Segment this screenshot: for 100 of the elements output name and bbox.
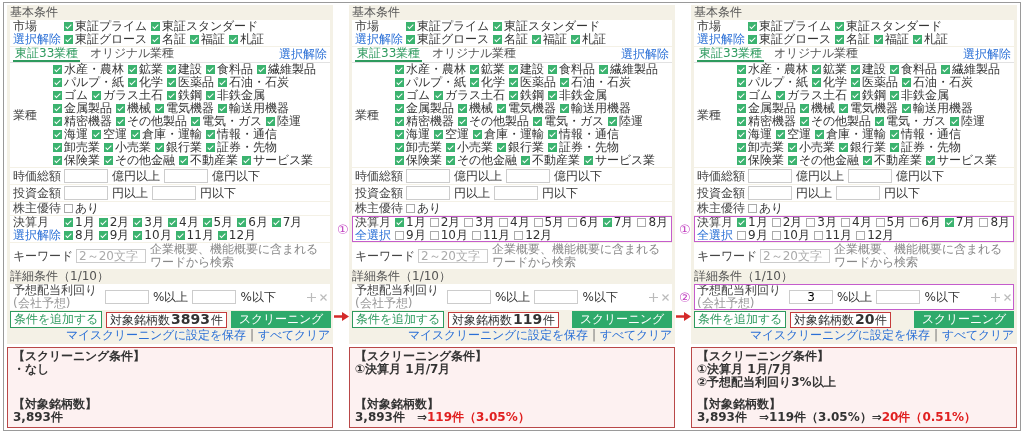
industry-checkbox[interactable]: 保険業 xyxy=(53,154,100,167)
deselect-link[interactable]: 選択解除 xyxy=(621,48,669,61)
month-checkbox[interactable]: 8月 xyxy=(64,229,95,242)
month-checkbox[interactable]: 8月 xyxy=(637,216,669,229)
month-checkbox[interactable]: 10月 xyxy=(429,229,468,242)
industry-checkbox[interactable]: パルプ・紙 xyxy=(737,76,808,89)
add-condition-button[interactable]: 条件を追加する xyxy=(352,311,444,328)
industry-checkbox[interactable]: 食料品 xyxy=(548,63,595,76)
month-checkbox[interactable]: 5月 xyxy=(875,216,907,229)
industry-checkbox[interactable]: 機械 xyxy=(116,102,151,115)
month-checkbox[interactable]: 11月 xyxy=(175,229,214,242)
industry-checkbox[interactable]: 陸運 xyxy=(266,115,301,128)
industry-checkbox[interactable]: ゴム xyxy=(53,89,88,102)
benefits-checkbox[interactable]: あり xyxy=(64,202,99,215)
industry-checkbox[interactable]: その他製品 xyxy=(458,115,529,128)
industry-checkbox[interactable]: 建設 xyxy=(167,63,202,76)
industry-checkbox[interactable]: 陸運 xyxy=(950,115,985,128)
industry-tab[interactable]: オリジナル業種 xyxy=(772,47,861,62)
industry-checkbox[interactable]: サービス業 xyxy=(926,154,997,167)
add-condition-button[interactable]: 条件を追加する xyxy=(10,311,102,328)
industry-checkbox[interactable]: 鉱業 xyxy=(812,63,847,76)
dividend-min-field[interactable]: 3 xyxy=(789,290,833,304)
industry-checkbox[interactable]: 医薬品 xyxy=(167,76,214,89)
industry-checkbox[interactable]: 卸売業 xyxy=(395,141,442,154)
industry-checkbox[interactable]: 鉄鋼 xyxy=(167,89,202,102)
close-icon[interactable] xyxy=(1004,293,1011,301)
month-checkbox[interactable]: 7月 xyxy=(271,216,303,229)
market-checkbox[interactable]: 札証 xyxy=(229,33,264,46)
month-checkbox[interactable]: 1月 xyxy=(395,216,426,229)
plus-icon[interactable] xyxy=(649,292,658,302)
deselect-link[interactable]: 選択解除 xyxy=(963,48,1011,61)
month-checkbox[interactable]: 2月 xyxy=(771,216,803,229)
industry-checkbox[interactable]: サービス業 xyxy=(242,154,313,167)
month-checkbox[interactable]: 7月 xyxy=(602,216,634,229)
industry-checkbox[interactable]: 化学 xyxy=(812,76,847,89)
industry-checkbox[interactable]: 銀行業 xyxy=(839,141,886,154)
industry-checkbox[interactable]: 水産・農林 xyxy=(53,63,124,76)
industry-checkbox[interactable]: 卸売業 xyxy=(53,141,100,154)
add-condition-button[interactable]: 条件を追加する xyxy=(694,311,786,328)
investment-min-field[interactable] xyxy=(64,186,108,200)
month-checkbox[interactable]: 3月 xyxy=(133,216,164,229)
investment-max-field[interactable] xyxy=(152,186,196,200)
industry-checkbox[interactable]: ガラス土石 xyxy=(776,89,847,102)
industry-checkbox[interactable]: 情報・通信 xyxy=(206,128,277,141)
industry-checkbox[interactable]: 医薬品 xyxy=(851,76,898,89)
industry-checkbox[interactable]: その他製品 xyxy=(800,115,871,128)
dividend-max-field[interactable] xyxy=(534,290,579,304)
industry-checkbox[interactable]: 建設 xyxy=(851,63,886,76)
market-checkbox[interactable]: 東証グロース xyxy=(64,33,147,46)
market-checkbox[interactable]: 名証 xyxy=(835,33,870,46)
industry-checkbox[interactable]: 倉庫・運輸 xyxy=(131,128,202,141)
clear-all-link[interactable]: すべてクリア xyxy=(600,329,672,342)
industry-checkbox[interactable]: 輸送用機器 xyxy=(560,102,631,115)
save-settings-link[interactable]: マイスクリーニングに設定を保存 xyxy=(407,329,588,342)
industry-checkbox[interactable]: 精密機器 xyxy=(395,115,454,128)
clear-all-link[interactable]: すべてクリア xyxy=(258,329,330,342)
investment-max-field[interactable] xyxy=(836,186,880,200)
industry-checkbox[interactable]: ガラス土石 xyxy=(92,89,163,102)
month-checkbox[interactable]: 9月 xyxy=(98,229,130,242)
month-checkbox[interactable]: 6月 xyxy=(910,216,941,229)
select-link[interactable]: 選択解除 xyxy=(13,229,61,242)
industry-checkbox[interactable]: 水産・農林 xyxy=(395,63,466,76)
industry-checkbox[interactable]: 金属製品 xyxy=(395,102,454,115)
industry-checkbox[interactable]: 海運 xyxy=(737,128,772,141)
industry-checkbox[interactable]: 海運 xyxy=(53,128,88,141)
industry-checkbox[interactable]: 陸運 xyxy=(608,115,643,128)
plus-icon[interactable] xyxy=(307,292,316,302)
industry-checkbox[interactable]: 食料品 xyxy=(206,63,253,76)
market-cap-min-field[interactable] xyxy=(64,169,108,183)
month-checkbox[interactable]: 10月 xyxy=(771,229,810,242)
industry-checkbox[interactable]: 銀行業 xyxy=(155,141,202,154)
industry-tab[interactable]: オリジナル業種 xyxy=(430,47,519,62)
dividend-min-field[interactable] xyxy=(105,290,149,304)
industry-checkbox[interactable]: 化学 xyxy=(470,76,505,89)
month-checkbox[interactable]: 1月 xyxy=(737,216,768,229)
industry-checkbox[interactable]: ガラス土石 xyxy=(434,89,505,102)
month-checkbox[interactable]: 11月 xyxy=(813,229,853,242)
industry-checkbox[interactable]: 電気・ガス xyxy=(533,115,604,128)
month-checkbox[interactable]: 8月 xyxy=(979,216,1011,229)
dividend-min-field[interactable] xyxy=(447,290,491,304)
industry-checkbox[interactable]: その他金融 xyxy=(446,154,517,167)
industry-checkbox[interactable]: パルプ・紙 xyxy=(53,76,124,89)
dividend-max-field[interactable] xyxy=(876,290,921,304)
industry-checkbox[interactable]: 医薬品 xyxy=(509,76,556,89)
market-checkbox[interactable]: 東証プライム xyxy=(748,20,831,33)
month-checkbox[interactable]: 6月 xyxy=(237,216,268,229)
market-checkbox[interactable]: 東証グロース xyxy=(748,33,831,46)
industry-checkbox[interactable]: 証券・先物 xyxy=(890,141,961,154)
industry-checkbox[interactable]: 繊維製品 xyxy=(599,63,658,76)
industry-checkbox[interactable]: 証券・先物 xyxy=(548,141,619,154)
month-checkbox[interactable]: 1月 xyxy=(64,216,95,229)
month-checkbox[interactable]: 7月 xyxy=(944,216,976,229)
industry-checkbox[interactable]: 精密機器 xyxy=(53,115,112,128)
select-link[interactable]: 全選択 xyxy=(697,229,733,242)
market-checkbox[interactable]: 東証スタンダード xyxy=(493,20,600,33)
deselect-link[interactable]: 選択解除 xyxy=(355,33,403,46)
industry-checkbox[interactable]: 証券・先物 xyxy=(206,141,277,154)
market-checkbox[interactable]: 東証スタンダード xyxy=(151,20,258,33)
industry-checkbox[interactable]: 鉄鋼 xyxy=(851,89,886,102)
industry-checkbox[interactable]: その他製品 xyxy=(116,115,187,128)
